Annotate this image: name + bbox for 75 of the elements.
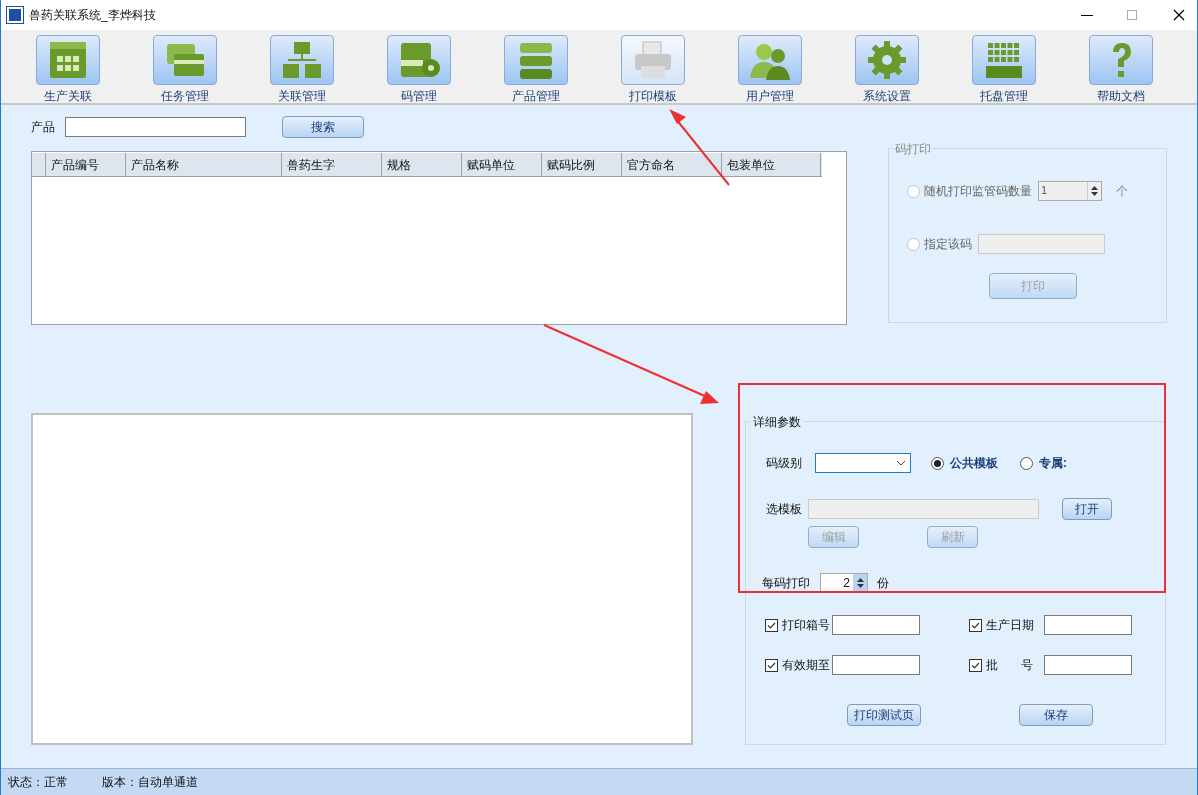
- group-title: 码打印: [894, 140, 932, 158]
- checkbox[interactable]: [765, 658, 778, 672]
- status-text: 状态：正常: [8, 774, 68, 791]
- window-title: 兽药关联系统_李烨科技: [29, 7, 156, 24]
- column-header[interactable]: 赋码比例: [542, 153, 622, 176]
- copies-spinner[interactable]: 2: [820, 573, 868, 593]
- version-text: 版本：自动单通道: [102, 774, 198, 791]
- column-header[interactable]: 官方命名: [622, 153, 722, 176]
- toolbar-button[interactable]: 帮助文档: [1062, 30, 1179, 105]
- action-button[interactable]: 保存: [1019, 704, 1093, 726]
- maximize-icon[interactable]: [1127, 10, 1137, 20]
- field-label: 生产日期: [986, 617, 1035, 634]
- product-input[interactable]: [65, 117, 246, 137]
- radio-button[interactable]: [931, 456, 944, 470]
- radio-button[interactable]: [1020, 456, 1033, 470]
- toolbar-icon: [152, 35, 217, 85]
- column-header[interactable]: 包装单位: [722, 153, 821, 176]
- code-level-dropdown[interactable]: [815, 453, 911, 473]
- unit-label: 个: [1116, 183, 1128, 200]
- checkbox[interactable]: [765, 618, 778, 632]
- checkmark-icon: [971, 661, 980, 669]
- toolbar-button[interactable]: 产品管理: [477, 30, 594, 105]
- search-button[interactable]: 搜索: [282, 116, 364, 138]
- field-label: 有效期至: [782, 657, 831, 674]
- action-button[interactable]: 打印测试页: [847, 704, 921, 726]
- toolbar-icon: [620, 35, 685, 85]
- product-label: 产品: [31, 119, 56, 136]
- toolbar-button[interactable]: 托盘管理: [945, 30, 1062, 105]
- template-label: 选模板: [766, 501, 803, 518]
- column-header[interactable]: 产品名称: [126, 153, 282, 176]
- toolbar-button[interactable]: 关联管理: [243, 30, 360, 105]
- checkmark-icon: [767, 661, 776, 669]
- toolbar-icon: [1088, 35, 1153, 85]
- field-input[interactable]: [832, 615, 920, 635]
- template-option-label: 公共模板: [950, 455, 998, 472]
- toolbar-button[interactable]: 用户管理: [711, 30, 828, 105]
- checkmark-icon: [971, 621, 980, 629]
- copies-label: 每码打印: [762, 575, 811, 592]
- toolbar-button[interactable]: 生产关联: [9, 30, 126, 105]
- toolbar-icon: [737, 35, 802, 85]
- spinner-arrows-icon: [1087, 182, 1101, 200]
- toolbar-icon: [971, 35, 1036, 85]
- option-label: 指定该码: [924, 236, 972, 253]
- field-input[interactable]: [832, 655, 920, 675]
- open-button[interactable]: 打开: [1062, 498, 1112, 520]
- field-input[interactable]: [1044, 615, 1132, 635]
- spinner-arrows-icon: [853, 574, 867, 592]
- group-title: 详细参数: [751, 413, 803, 431]
- column-header[interactable]: 规格: [382, 153, 462, 176]
- template-input[interactable]: [808, 499, 1039, 519]
- column-header[interactable]: 赋码单位: [462, 153, 542, 176]
- toolbar-icon: [35, 35, 100, 85]
- checkmark-icon: [767, 621, 776, 629]
- toolbar-button[interactable]: 任务管理: [126, 30, 243, 105]
- code-level-label: 码级别: [766, 455, 803, 472]
- toolbar-icon: [503, 35, 568, 85]
- toolbar-button[interactable]: 码管理: [360, 30, 477, 105]
- chevron-down-icon: [896, 460, 906, 466]
- copies-unit: 份: [877, 575, 889, 592]
- toolbar-icon: [854, 35, 919, 85]
- field-label: 批 号: [986, 657, 1035, 674]
- field-label: 打印箱号: [782, 617, 831, 634]
- checkbox[interactable]: [969, 658, 982, 672]
- field-input[interactable]: [1044, 655, 1132, 675]
- column-header[interactable]: 兽药生字: [282, 153, 382, 176]
- template-option-label: 专属:: [1039, 455, 1067, 472]
- app-logo-icon: [7, 7, 23, 23]
- close-icon[interactable]: [1173, 9, 1185, 21]
- minimize-icon[interactable]: [1081, 14, 1093, 16]
- option-label: 随机打印监管码数量: [924, 183, 1032, 200]
- toolbar-icon: [269, 35, 334, 85]
- column-header[interactable]: 产品编号: [46, 153, 126, 176]
- toolbar-icon: [386, 35, 451, 85]
- toolbar-button[interactable]: 系统设置: [828, 30, 945, 105]
- checkbox[interactable]: [969, 618, 982, 632]
